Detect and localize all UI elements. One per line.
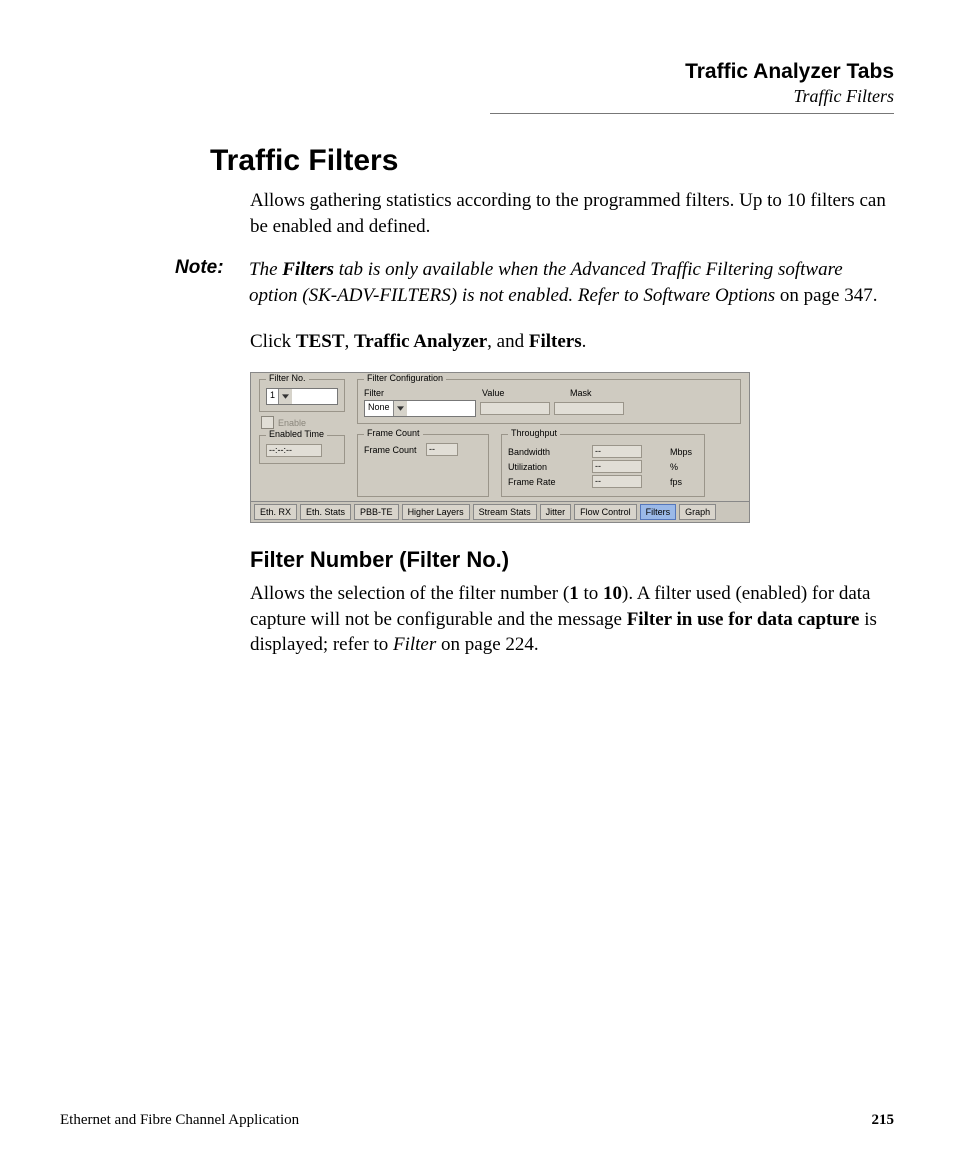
dropdown-button[interactable] [278, 389, 292, 404]
note-text-mid: tab is only available when the Advanced … [249, 259, 843, 306]
footer-left: Ethernet and Fibre Channel Application [60, 1112, 299, 1129]
fn-i1: Filter [393, 634, 436, 655]
tab-jitter[interactable]: Jitter [540, 504, 572, 520]
config-label-value: Value [482, 388, 560, 398]
enable-label: Enable [278, 418, 306, 428]
frame-count-label: Frame Count [364, 445, 422, 455]
fn-pre: Allows the selection of the filter numbe… [250, 583, 569, 604]
tab-eth-rx[interactable]: Eth. RX [254, 504, 297, 520]
tab-strip: Eth. RX Eth. Stats PBB-TE Higher Layers … [250, 502, 750, 523]
document-page: Traffic Analyzer Tabs Traffic Filters Tr… [0, 0, 954, 1159]
click-pre: Click [250, 331, 296, 352]
tab-graph[interactable]: Graph [679, 504, 716, 520]
page-header: Traffic Analyzer Tabs Traffic Filters [490, 60, 894, 114]
tab-higher-layers[interactable]: Higher Layers [402, 504, 470, 520]
tab-pbb-te[interactable]: PBB-TE [354, 504, 399, 520]
click-instruction: Click TEST, Traffic Analyzer, and Filter… [250, 329, 894, 355]
throughput-row-utilization: Utilization -- % [508, 460, 698, 473]
enabled-time-value: --:--:-- [266, 444, 322, 457]
click-post: . [582, 331, 587, 352]
page-footer: Ethernet and Fibre Channel Application 2… [60, 1112, 894, 1129]
utilization-value: -- [592, 460, 642, 473]
throughput-legend: Throughput [508, 428, 560, 438]
click-b1: TEST [296, 331, 345, 352]
enable-row: Enable [261, 416, 345, 429]
filter-config-group: Filter Configuration Filter Value Mask N… [357, 379, 741, 424]
frame-count-group: Frame Count Frame Count -- [357, 434, 489, 497]
fn-mid1: to [579, 583, 603, 604]
framerate-unit: fps [670, 477, 698, 487]
note-label: Note: [175, 257, 237, 308]
tab-stream-stats[interactable]: Stream Stats [473, 504, 537, 520]
utilization-label: Utilization [508, 462, 564, 472]
filter-no-value: 1 [267, 389, 278, 404]
header-subtitle: Traffic Filters [490, 86, 894, 107]
throughput-row-framerate: Frame Rate -- fps [508, 475, 698, 488]
click-sep1: , [345, 331, 355, 352]
header-rule [490, 113, 894, 114]
filter-config-legend: Filter Configuration [364, 373, 446, 383]
note-filters-word: Filters [282, 259, 334, 280]
click-b3: Filters [529, 331, 582, 352]
bandwidth-value: -- [592, 445, 642, 458]
tab-flow-control[interactable]: Flow Control [574, 504, 637, 520]
throughput-group: Throughput Bandwidth -- Mbps Utilization… [501, 434, 705, 497]
framerate-label: Frame Rate [508, 477, 564, 487]
filter-number-title: Filter Number (Filter No.) [250, 547, 894, 573]
note-text-post: on page 347. [775, 285, 877, 306]
click-sep2: , and [487, 331, 529, 352]
filters-ui-body: Filter No. 1 Enable Enabled Time [250, 372, 750, 502]
enabled-time-group: Enabled Time --:--:-- [259, 435, 345, 464]
framerate-value: -- [592, 475, 642, 488]
config-filter-value: None [365, 401, 393, 416]
bandwidth-label: Bandwidth [508, 447, 564, 457]
fn-b2: 10 [603, 583, 622, 604]
chevron-down-icon [397, 406, 404, 411]
filter-no-dropdown[interactable]: 1 [266, 388, 338, 405]
section-title: Traffic Filters [210, 144, 894, 178]
filters-ui-panel: Filter No. 1 Enable Enabled Time [250, 372, 750, 523]
footer-page-number: 215 [872, 1112, 895, 1129]
note-text-pre: The [249, 259, 282, 280]
frame-count-value: -- [426, 443, 458, 456]
tab-eth-stats[interactable]: Eth. Stats [300, 504, 351, 520]
config-label-filter: Filter [364, 388, 472, 398]
dropdown-button[interactable] [393, 401, 407, 416]
click-b2: Traffic Analyzer [354, 331, 487, 352]
config-label-mask: Mask [570, 388, 592, 398]
frame-count-legend: Frame Count [364, 428, 423, 438]
intro-paragraph: Allows gathering statistics according to… [250, 188, 894, 239]
header-title: Traffic Analyzer Tabs [490, 60, 894, 84]
bandwidth-unit: Mbps [670, 447, 698, 457]
chevron-down-icon [282, 394, 289, 399]
tab-filters[interactable]: Filters [640, 504, 677, 520]
utilization-unit: % [670, 462, 698, 472]
fn-post: on page 224. [436, 634, 538, 655]
config-mask-field[interactable] [554, 402, 624, 415]
filter-no-legend: Filter No. [266, 373, 309, 383]
fn-b1: 1 [569, 583, 579, 604]
config-filter-dropdown[interactable]: None [364, 400, 476, 417]
filter-no-group: Filter No. 1 [259, 379, 345, 412]
fn-b3: Filter in use for data capture [627, 609, 860, 630]
note-block: Note: The Filters tab is only available … [175, 257, 894, 308]
enabled-time-legend: Enabled Time [266, 429, 327, 439]
note-body: The Filters tab is only available when t… [249, 257, 894, 308]
throughput-row-bandwidth: Bandwidth -- Mbps [508, 445, 698, 458]
filter-number-paragraph: Allows the selection of the filter numbe… [250, 581, 894, 658]
enable-checkbox[interactable] [261, 416, 274, 429]
config-value-field[interactable] [480, 402, 550, 415]
